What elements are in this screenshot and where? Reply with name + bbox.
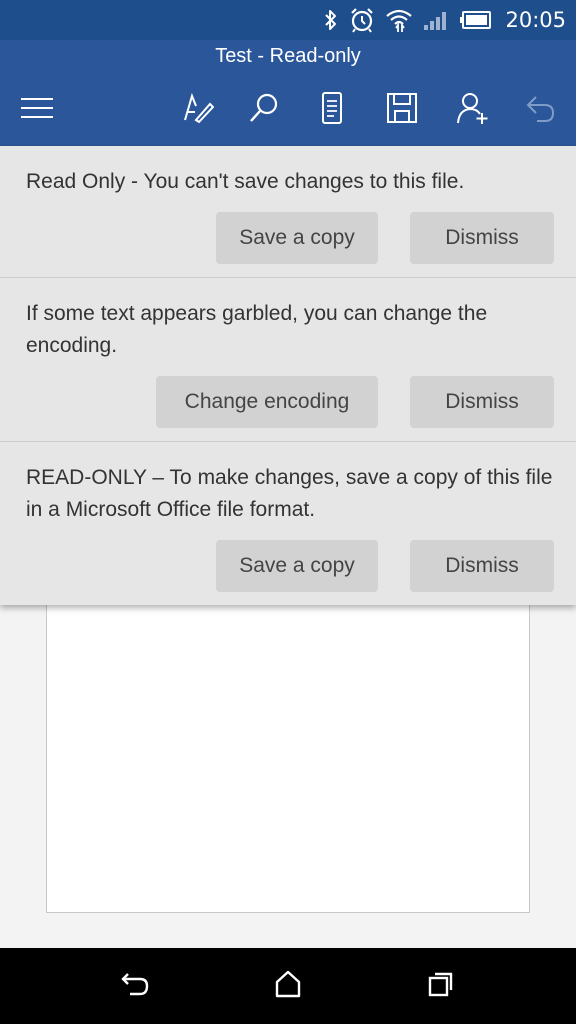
- save-a-copy-button[interactable]: Save a copy: [216, 212, 378, 264]
- signal-icon: [423, 9, 449, 31]
- change-encoding-button[interactable]: Change encoding: [156, 376, 378, 428]
- recents-icon: [427, 970, 455, 1003]
- mobile-view-button[interactable]: [310, 88, 354, 132]
- recents-button[interactable]: [417, 962, 465, 1010]
- notice-message: READ-ONLY – To make changes, save a copy…: [26, 466, 553, 521]
- share-icon: [455, 91, 489, 130]
- edit-icon: [182, 92, 215, 129]
- back-button[interactable]: [111, 962, 159, 1010]
- search-icon: [248, 92, 280, 129]
- notice-message: If some text appears garbled, you can ch…: [26, 302, 488, 357]
- home-icon: [274, 970, 302, 1003]
- dismiss-button[interactable]: Dismiss: [410, 376, 554, 428]
- battery-icon: [459, 11, 492, 29]
- file-format-notice: READ-ONLY – To make changes, save a copy…: [0, 442, 576, 605]
- app-bar: Test - Read-only: [0, 40, 576, 146]
- encoding-notice: If some text appears garbled, you can ch…: [0, 278, 576, 442]
- notification-panel: Read Only - You can't save changes to th…: [0, 146, 576, 605]
- menu-icon: [20, 97, 54, 124]
- toolbar: [0, 88, 576, 132]
- save-icon: [386, 92, 418, 129]
- save-a-copy-button[interactable]: Save a copy: [216, 540, 378, 592]
- document-page[interactable]: [46, 605, 530, 913]
- read-only-notice: Read Only - You can't save changes to th…: [0, 146, 576, 278]
- bluetooth-icon: [323, 8, 339, 32]
- navigation-bar: [0, 948, 576, 1024]
- status-bar: 20:05: [0, 0, 576, 40]
- document-canvas[interactable]: [0, 605, 576, 948]
- notice-message: Read Only - You can't save changes to th…: [26, 170, 465, 193]
- edit-button[interactable]: [176, 88, 220, 132]
- dismiss-button[interactable]: Dismiss: [410, 540, 554, 592]
- home-button[interactable]: [264, 962, 312, 1010]
- wifi-icon: [385, 7, 413, 33]
- alarm-icon: [349, 7, 375, 33]
- dismiss-button[interactable]: Dismiss: [410, 212, 554, 264]
- back-icon: [120, 971, 150, 1002]
- document-title: Test - Read-only: [215, 45, 361, 67]
- mobile-view-icon: [321, 91, 343, 129]
- save-button[interactable]: [380, 88, 424, 132]
- undo-icon: [525, 93, 555, 128]
- undo-button[interactable]: [518, 88, 562, 132]
- menu-button[interactable]: [15, 88, 59, 132]
- share-button[interactable]: [450, 88, 494, 132]
- status-time: 20:05: [505, 8, 566, 32]
- search-button[interactable]: [242, 88, 286, 132]
